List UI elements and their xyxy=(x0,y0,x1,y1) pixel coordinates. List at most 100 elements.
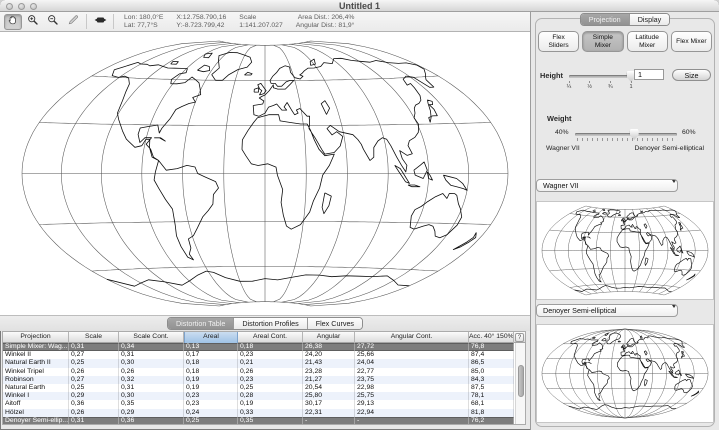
table-cell: 0,26 xyxy=(119,368,184,376)
table-row[interactable]: Robinson0,270,320,190,2321,2723,7584,3 xyxy=(3,376,514,384)
height-slider[interactable] xyxy=(569,75,631,78)
column-header-areal[interactable]: Areal xyxy=(184,332,238,343)
selection-frame-icon xyxy=(94,13,107,31)
table-header: ProjectionScaleScale Cont.ArealAreal Con… xyxy=(3,332,525,343)
table-cell: 0,36 xyxy=(69,400,119,408)
table-row[interactable]: Winkel II0,270,310,170,2324,2025,6687,4 xyxy=(3,351,514,359)
table-cell: 0,25 xyxy=(69,359,119,367)
pan-tool[interactable] xyxy=(4,14,22,30)
tab-distortion-table[interactable]: Distortion Table xyxy=(168,318,234,329)
table-cell: 22,31 xyxy=(303,409,355,417)
toolbar-readout: Scale1:141.207.027 xyxy=(239,14,282,30)
distortion-table: ProjectionScaleScale Cont.ArealAreal Con… xyxy=(2,331,526,425)
readout-line: Area Dist.: 206,4% xyxy=(296,14,355,22)
table-cell: - xyxy=(355,417,469,424)
table-cell: 84,3 xyxy=(469,376,514,384)
table-cell: 23,75 xyxy=(355,376,469,384)
table-cell: 0,23 xyxy=(184,392,238,400)
table-cell: 21,27 xyxy=(303,376,355,384)
table-row[interactable]: Denoyer Semi-ellip...0,310,360,250,35--7… xyxy=(3,417,514,424)
zoom-out-tool[interactable] xyxy=(44,14,62,30)
mixer-button-flex-mixer[interactable]: Flex Mixer xyxy=(671,31,712,52)
column-header-scale-cont-[interactable]: Scale Cont. xyxy=(119,332,184,343)
measure-tool[interactable] xyxy=(64,14,82,30)
bottom-tab-strip: Distortion TableDistortion ProfilesFlex … xyxy=(0,315,530,331)
toolbar-separator xyxy=(86,14,87,29)
weight-label: Weight xyxy=(547,114,572,123)
weight-slider[interactable] xyxy=(575,133,677,136)
projection-select-2[interactable]: Denoyer Semi-elliptical xyxy=(536,304,678,317)
column-header-angular-cont-[interactable]: Angular Cont. xyxy=(355,332,469,343)
table-cell: Winkel I xyxy=(3,392,69,400)
table-scrollbar[interactable] xyxy=(515,343,525,424)
table-cell: 0,35 xyxy=(238,417,303,424)
table-cell: 24,20 xyxy=(303,351,355,359)
zoom-in-tool[interactable] xyxy=(24,14,42,30)
column-header-angular[interactable]: Angular xyxy=(303,332,355,343)
tab-flex-curves[interactable]: Flex Curves xyxy=(308,318,362,329)
table-cell: 0,23 xyxy=(238,351,303,359)
titlebar[interactable]: Untitled 1 xyxy=(0,0,719,12)
table-cell: 0,18 xyxy=(238,343,303,351)
table-cell: 0,26 xyxy=(69,409,119,417)
weight-right-projection: Denoyer Semi-elliptical xyxy=(634,145,704,152)
weight-left-projection: Wagner VII xyxy=(546,145,580,152)
table-row[interactable]: Winkel I0,290,300,230,2825,8025,7578,1 xyxy=(3,392,514,400)
table-cell: 0,30 xyxy=(119,392,184,400)
hand-icon xyxy=(7,13,19,31)
column-header-scale[interactable]: Scale xyxy=(69,332,119,343)
pencil-icon xyxy=(67,13,79,31)
table-cell: 0,31 xyxy=(69,417,119,424)
tab-projection[interactable]: Projection xyxy=(581,14,630,25)
projection-select-1-value: Wagner VII xyxy=(543,181,579,190)
table-cell: 0,27 xyxy=(69,376,119,384)
readout-line: Scale xyxy=(239,14,282,22)
table-row[interactable]: Winkel Tripel0,260,260,180,2623,2822,778… xyxy=(3,368,514,376)
world-map-main[interactable] xyxy=(0,32,530,315)
toolbar-readout: Area Dist.: 206,4%Angular Dist.: 81,9° xyxy=(296,14,355,30)
fit-selection-tool[interactable] xyxy=(91,14,109,30)
mixer-button-flex-sliders[interactable]: Flex Sliders xyxy=(538,31,579,52)
mixer-button-simple-mixer[interactable]: Simple Mixer xyxy=(582,31,623,52)
toolbar-separator xyxy=(113,14,114,29)
table-row[interactable]: Hölzel0,260,290,240,3322,3122,9481,8 xyxy=(3,409,514,417)
table-row[interactable]: Natural Earth II0,250,300,180,2121,4324,… xyxy=(3,359,514,367)
table-cell: 21,43 xyxy=(303,359,355,367)
table-row[interactable]: Aitoff0,360,350,230,1930,1729,1368,1 xyxy=(3,400,514,408)
popup-stepper-icon xyxy=(668,307,674,317)
table-row[interactable]: Simple Mixer: Wag...0,310,340,130,1826,3… xyxy=(3,343,514,351)
table-cell: 87,5 xyxy=(469,384,514,392)
table-cell: 86,5 xyxy=(469,359,514,367)
column-header-areal-cont-[interactable]: Areal Cont. xyxy=(238,332,303,343)
weight-slider-ticks xyxy=(577,138,677,141)
preview-card-wagner xyxy=(536,201,714,300)
table-cell: Natural Earth xyxy=(3,384,69,392)
tab-display[interactable]: Display xyxy=(630,14,670,25)
size-button[interactable]: Size xyxy=(672,69,711,81)
table-cell: 0,19 xyxy=(184,384,238,392)
table-cell: 0,25 xyxy=(69,384,119,392)
table-row[interactable]: Natural Earth0,250,310,190,2520,5422,988… xyxy=(3,384,514,392)
column-header-acc-40-150-[interactable]: Acc. 40° 150% xyxy=(469,332,514,343)
map-canvas[interactable] xyxy=(0,32,530,315)
help-button[interactable]: ? xyxy=(515,333,524,342)
height-label: Height xyxy=(540,71,563,80)
table-cell: 0,23 xyxy=(184,400,238,408)
table-cell: 0,34 xyxy=(119,343,184,351)
table-cell: 0,18 xyxy=(184,359,238,367)
tab-distortion-profiles[interactable]: Distortion Profiles xyxy=(234,318,307,329)
column-header-projection[interactable]: Projection xyxy=(3,332,69,343)
table-cell: 25,66 xyxy=(355,351,469,359)
height-value-field[interactable] xyxy=(634,69,664,80)
table-cell: 0,13 xyxy=(184,343,238,351)
toolbar: Lon: 180,0°ELat: 77,7°SX:12.758.790,16Y:… xyxy=(0,12,530,32)
table-cell: 0,35 xyxy=(119,400,184,408)
mixer-button-latitude-mixer[interactable]: Latitude Mixer xyxy=(627,31,668,52)
scrollbar-thumb[interactable] xyxy=(518,365,524,397)
status-readouts: Lon: 180,0°ELat: 77,7°SX:12.758.790,16Y:… xyxy=(124,14,354,30)
table-cell: 81,8 xyxy=(469,409,514,417)
magnifier-plus-icon xyxy=(27,13,39,31)
projection-select-1[interactable]: Wagner VII xyxy=(536,179,678,192)
table-cell: 0,27 xyxy=(69,351,119,359)
toolbar-readout: X:12.758.790,16Y:-8.723.799,42 xyxy=(176,14,226,30)
